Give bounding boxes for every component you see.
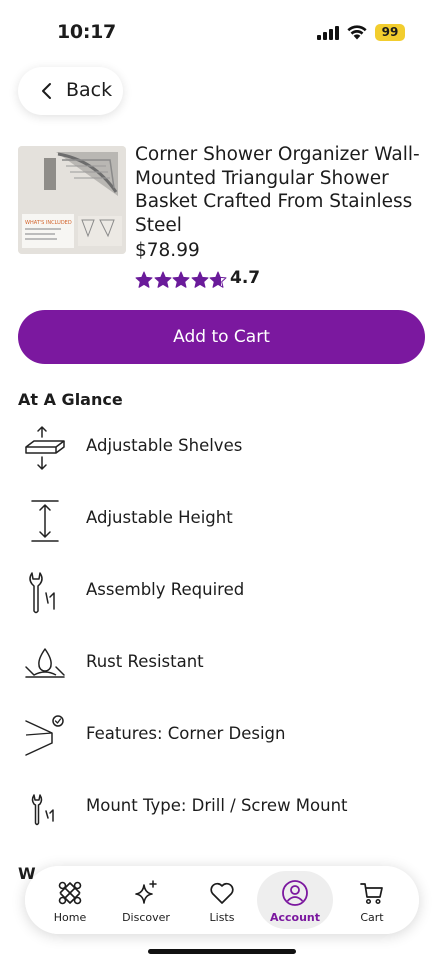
- feature-label: Adjustable Shelves: [86, 436, 243, 455]
- corner-design-icon: [25, 715, 64, 756]
- assembly-tools-icon: [29, 572, 55, 614]
- at-a-glance-heading: At A Glance: [18, 390, 123, 409]
- account-icon: [282, 880, 308, 906]
- feature-label: Mount Type: Drill / Screw Mount: [86, 796, 348, 815]
- tab-home[interactable]: Home: [32, 871, 108, 929]
- tab-label: Cart: [360, 911, 384, 924]
- thumbnail-caption: WHAT'S INCLUDED: [25, 220, 72, 226]
- tab-lists[interactable]: Lists: [184, 871, 260, 929]
- product-price: $78.99: [135, 240, 200, 261]
- star-rating: [135, 271, 228, 289]
- feature-rust-resistant: Rust Resistant: [18, 639, 423, 689]
- star-icon: [172, 271, 190, 288]
- rating-value: 4.7: [230, 268, 261, 288]
- battery-indicator: 99: [375, 24, 405, 41]
- heart-icon: [210, 882, 234, 904]
- mount-tools-icon: [31, 794, 54, 826]
- tab-label: Discover: [122, 911, 170, 924]
- feature-label: Assembly Required: [86, 580, 245, 599]
- feature-assembly-required: Assembly Required: [18, 567, 423, 617]
- home-indicator: [148, 949, 296, 954]
- feature-mount-type: Mount Type: Drill / Screw Mount: [18, 783, 423, 833]
- feature-label: Rust Resistant: [86, 652, 204, 671]
- status-bar: 10:17 99: [0, 0, 443, 60]
- wifi-icon: [347, 25, 367, 40]
- star-icon: [154, 271, 171, 288]
- tab-account[interactable]: Account: [257, 871, 333, 929]
- feature-corner-design: Features: Corner Design: [18, 711, 423, 761]
- product-title: Corner Shower Organizer Wall-Mounted Tri…: [135, 144, 420, 236]
- cellular-signal-icon: [317, 26, 339, 40]
- product-image: WHAT'S INCLUDED: [18, 146, 126, 254]
- back-label: Back: [66, 79, 113, 101]
- tab-label: Home: [53, 911, 87, 924]
- star-icon: [209, 271, 227, 288]
- feature-label: Adjustable Height: [86, 508, 233, 527]
- tab-cart[interactable]: Cart: [334, 871, 410, 929]
- feature-adjustable-shelves: Adjustable Shelves: [18, 423, 423, 473]
- star-icon: [191, 271, 208, 288]
- back-button[interactable]: Back: [18, 67, 123, 115]
- tab-label: Account: [269, 911, 321, 924]
- adjustable-height-icon: [31, 500, 59, 542]
- rust-resistant-icon: [25, 648, 65, 678]
- add-to-cart-button[interactable]: Add to Cart: [18, 310, 425, 364]
- bottom-tab-bar: Home Discover Lists Account Cart: [25, 866, 419, 934]
- star-icon: [135, 271, 153, 288]
- cart-icon: [360, 883, 383, 905]
- feature-label: Features: Corner Design: [86, 724, 286, 743]
- tab-discover[interactable]: Discover: [108, 871, 184, 929]
- adjustable-shelves-icon: [25, 426, 65, 470]
- tab-label: Lists: [209, 911, 235, 924]
- home-icon: [58, 881, 82, 905]
- chevron-left-icon: [42, 83, 51, 99]
- status-time: 10:17: [57, 21, 116, 43]
- product-thumbnail[interactable]: WHAT'S INCLUDED: [18, 146, 126, 254]
- feature-adjustable-height: Adjustable Height: [18, 495, 423, 545]
- sparkle-icon: [135, 880, 157, 904]
